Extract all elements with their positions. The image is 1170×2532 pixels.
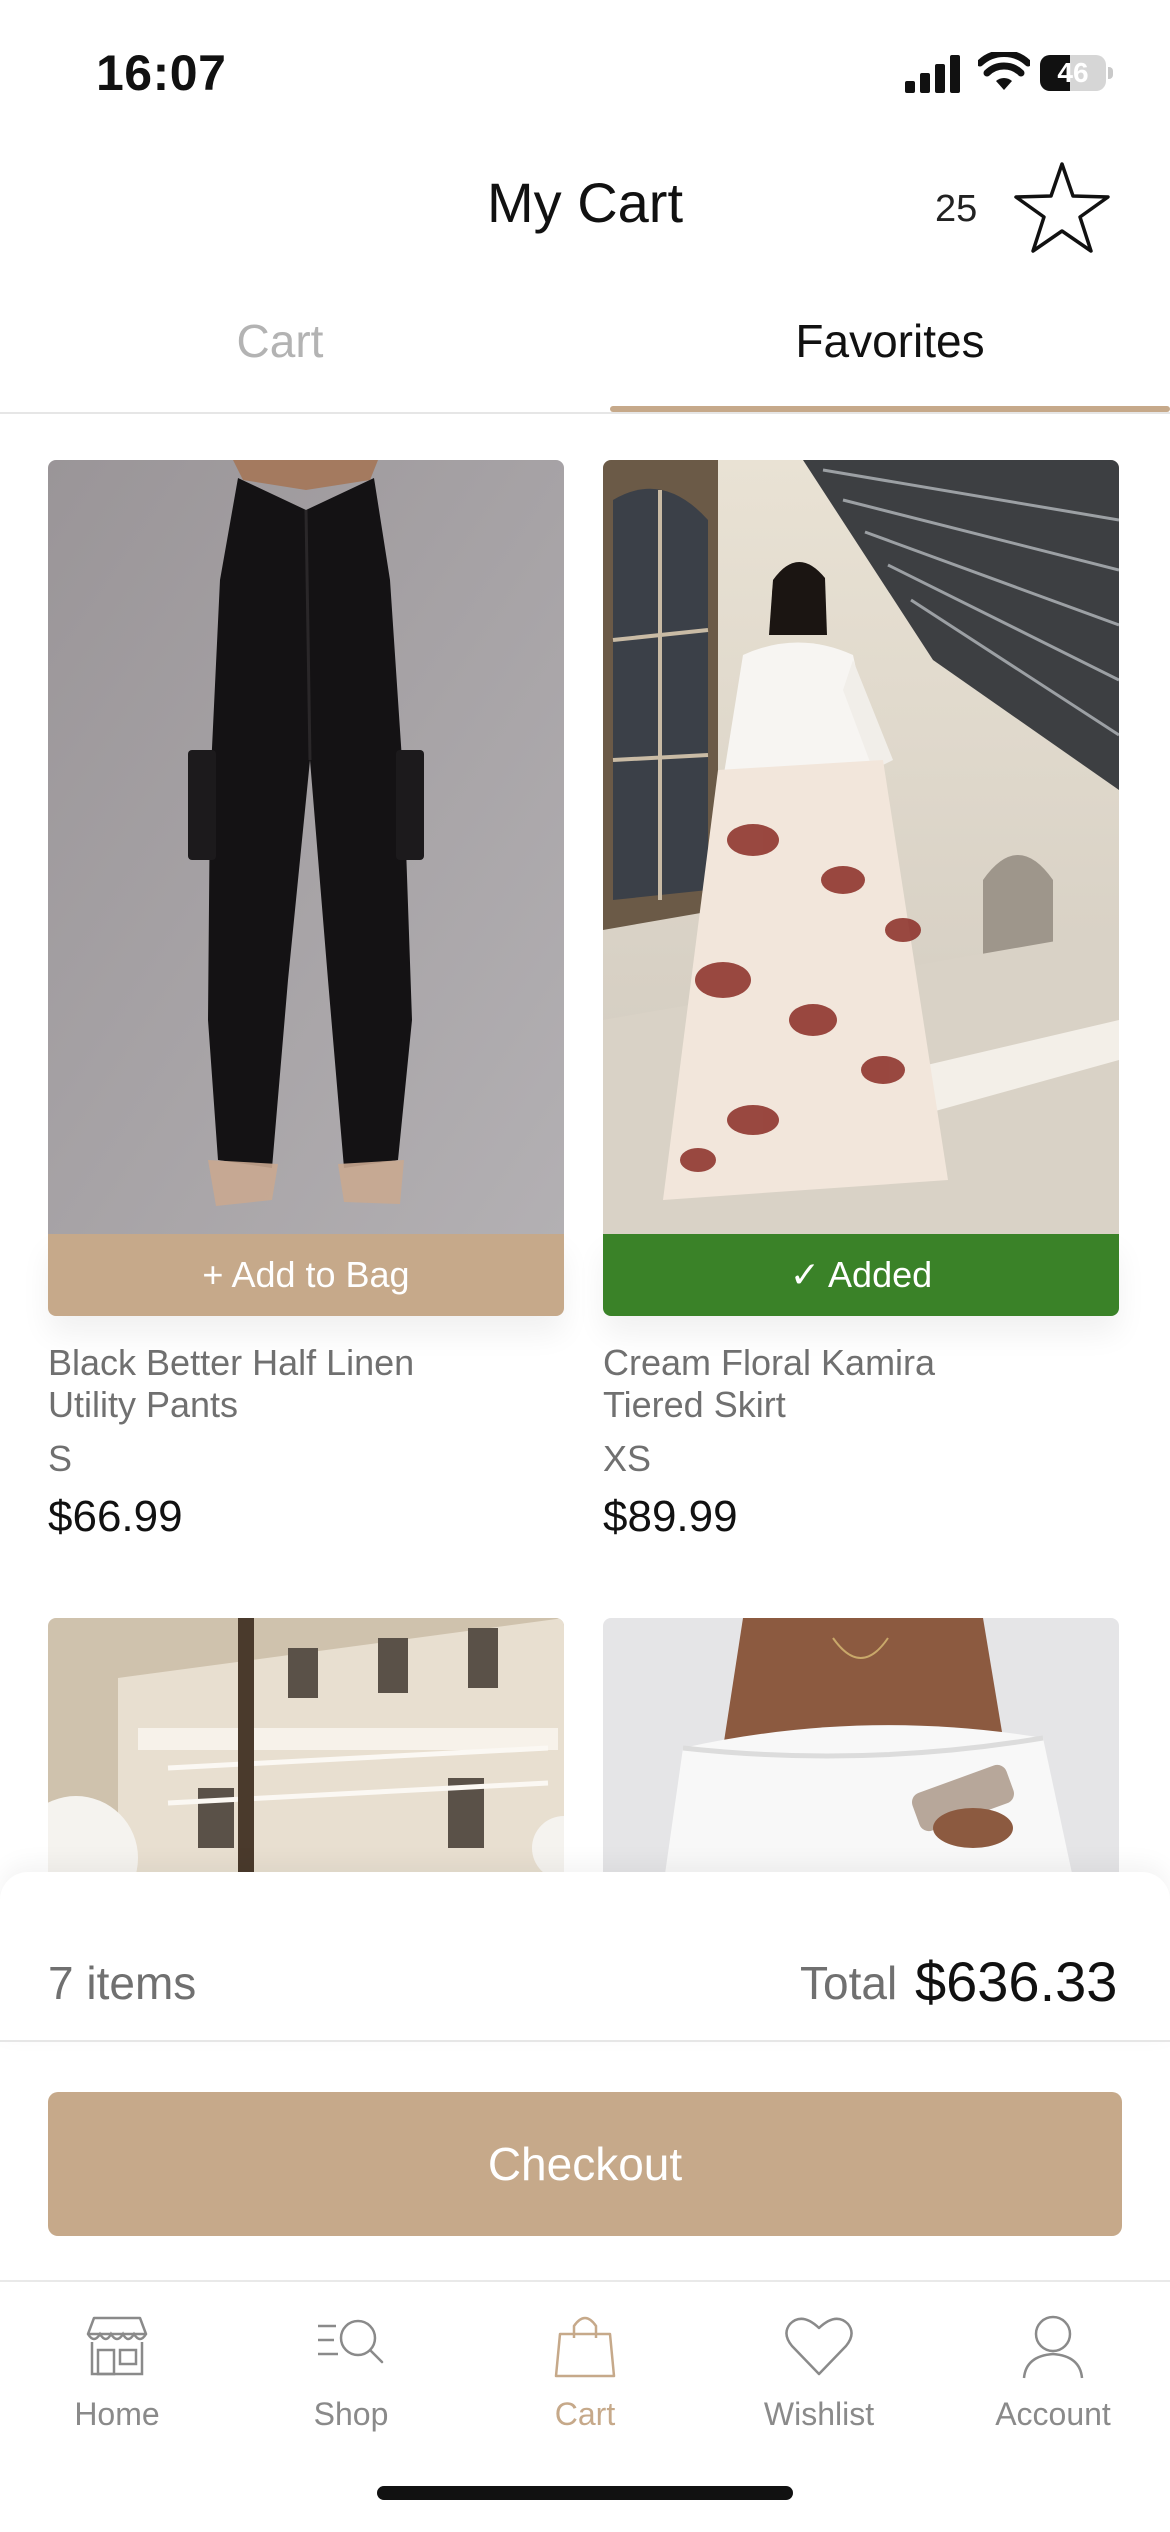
product-size: XS (603, 1438, 652, 1479)
product-name-line-2: Tiered Skirt (603, 1384, 786, 1425)
search-list-icon (318, 2319, 384, 2364)
heart-icon (785, 2317, 853, 2376)
person-icon (1022, 2315, 1084, 2379)
battery-body: 46 (1040, 55, 1106, 91)
nav-wishlist[interactable]: Wishlist (702, 2282, 936, 2452)
favorites-count: 25 (935, 188, 978, 230)
product-price: $89.99 (603, 1492, 738, 1541)
product-image-building[interactable] (48, 1618, 564, 1875)
product-card[interactable] (603, 1618, 1119, 1875)
status-time: 16:07 (96, 45, 227, 101)
battery-cap (1108, 67, 1113, 79)
my-cart-screen: 16:07 46 My Cart 25 Cart Favorites + Add… (0, 0, 1170, 2532)
battery-percent: 46 (1057, 57, 1089, 88)
product-card[interactable] (48, 1618, 564, 1875)
total-label: Total (800, 1957, 898, 2009)
product-image-white-top[interactable] (603, 1618, 1119, 1875)
battery-icon: 46 (1040, 55, 1113, 91)
tab-cart[interactable]: Cart (0, 300, 560, 412)
added-to-bag-button[interactable]: ✓ Added (603, 1234, 1119, 1316)
add-to-bag-button[interactable]: + Add to Bag (48, 1234, 564, 1316)
total-value: $636.33 (915, 1950, 1118, 2013)
wifi-icon (978, 52, 1030, 90)
product-name: Black Better Half Linen Utility Pants (48, 1342, 564, 1426)
page-title: My Cart (487, 171, 683, 234)
cart-summary: 7 items Total $636.33 (0, 1872, 1170, 2042)
nav-cart[interactable]: Cart (468, 2282, 702, 2452)
favorites-grid: + Add to Bag Black Better Half Linen Uti… (0, 460, 1170, 1875)
nav-label: Wishlist (763, 2396, 875, 2432)
nav-home[interactable]: Home (0, 2282, 234, 2452)
product-name: Cream Floral Kamira Tiered Skirt (603, 1342, 1119, 1426)
star-outline-icon[interactable] (1012, 160, 1112, 256)
product-name-line-1: Cream Floral Kamira (603, 1342, 936, 1383)
nav-label: Account (995, 2396, 1111, 2432)
cart-tabs: Cart Favorites (0, 300, 1170, 414)
status-bar: 16:07 46 (0, 0, 1170, 140)
items-count: 7 items (48, 1957, 197, 2009)
storefront-icon (86, 2316, 148, 2376)
product-image-black-pants[interactable] (48, 460, 564, 1234)
nav-label: Cart (554, 2396, 616, 2432)
nav-shop[interactable]: Shop (234, 2282, 468, 2452)
product-image-floral-skirt[interactable] (603, 460, 1119, 1234)
product-size: S (48, 1438, 73, 1479)
cellular-signal-icon (905, 55, 960, 93)
nav-label: Shop (313, 2396, 389, 2432)
nav-label: Home (74, 2396, 160, 2432)
product-name-line-1: Black Better Half Linen (48, 1342, 415, 1383)
nav-account[interactable]: Account (936, 2282, 1170, 2452)
product-name-line-2: Utility Pants (48, 1384, 239, 1425)
active-tab-indicator (610, 406, 1170, 412)
tab-favorites[interactable]: Favorites (610, 300, 1170, 412)
product-card[interactable]: ✓ Added Cream Floral Kamira Tiered Skirt… (603, 460, 1119, 1542)
product-price: $66.99 (48, 1492, 183, 1541)
product-card[interactable]: + Add to Bag Black Better Half Linen Uti… (48, 460, 564, 1542)
home-indicator (377, 2486, 793, 2500)
shopping-bag-icon (554, 2316, 616, 2378)
checkout-button[interactable]: Checkout (48, 2092, 1122, 2236)
